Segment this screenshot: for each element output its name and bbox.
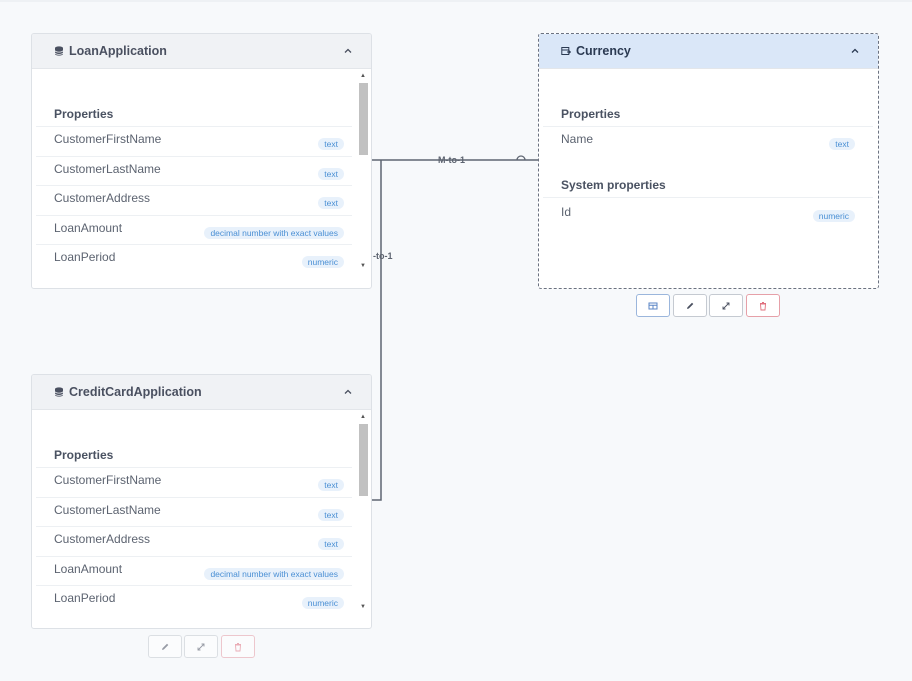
property-row[interactable]: CustomerLastName text	[36, 497, 352, 527]
property-name: CustomerAddress	[54, 532, 151, 546]
properties-heading: Properties	[561, 107, 621, 121]
edit-button[interactable]	[148, 635, 182, 658]
scroll-down-arrow[interactable]: ▼	[358, 603, 368, 611]
table-view-button[interactable]	[636, 294, 670, 317]
type-badge: text	[829, 138, 855, 150]
entity-card-currency[interactable]: Currency Properties Name text System pro…	[538, 33, 879, 289]
entity-body[interactable]: Properties CustomerFirstName text Custom…	[32, 70, 371, 288]
scroll-up-arrow[interactable]: ▲	[358, 72, 368, 80]
property-row[interactable]: CustomerAddress text	[36, 526, 352, 556]
entity-body[interactable]: Properties CustomerFirstName text Custom…	[32, 411, 371, 628]
property-name: Id	[561, 205, 572, 219]
entity-title: Currency	[561, 44, 631, 58]
entity-card-loanapplication[interactable]: LoanApplication Properties CustomerFirst…	[31, 33, 372, 289]
type-badge: numeric	[301, 597, 344, 609]
type-badge: text	[318, 538, 344, 550]
expand-icon	[197, 643, 205, 650]
property-row[interactable]: LoanAmount decimal number with exact val…	[36, 556, 352, 586]
type-badge: text	[318, 168, 344, 180]
entity-header[interactable]: Currency	[539, 34, 878, 69]
connector-credit-currency	[372, 160, 382, 501]
type-badge: text	[318, 138, 344, 150]
expand-icon	[722, 302, 730, 309]
property-name: CustomerFirstName	[54, 132, 162, 146]
trash-icon	[760, 301, 766, 310]
property-name: LoanAmount	[54, 562, 123, 576]
entity-title-text: CreditCardApplication	[69, 385, 202, 399]
expand-button[interactable]	[184, 635, 218, 658]
scroll-up-arrow[interactable]: ▲	[358, 413, 368, 421]
entity-card-creditcardapplication[interactable]: CreditCardApplication Properties Custome…	[31, 374, 372, 629]
system-properties-heading: System properties	[561, 178, 666, 192]
property-row[interactable]: CustomerFirstName text	[36, 126, 352, 156]
property-name: CustomerLastName	[54, 162, 161, 176]
connector-optional-marker	[516, 155, 526, 161]
edit-button[interactable]	[673, 294, 707, 317]
canvas-top-edge	[0, 0, 912, 2]
chevron-up-icon[interactable]	[343, 387, 353, 397]
table-icon	[648, 302, 658, 309]
trash-icon	[235, 642, 241, 651]
entity-body[interactable]: Properties Name text System properties I…	[539, 70, 878, 288]
property-name: CustomerAddress	[54, 191, 151, 205]
property-name: CustomerFirstName	[54, 473, 162, 487]
relation-label-loan-currency[interactable]: M-to-1	[438, 155, 465, 165]
property-name: Name	[561, 132, 594, 146]
type-badge: numeric	[301, 256, 344, 268]
chevron-up-icon[interactable]	[343, 46, 353, 56]
property-row[interactable]: CustomerFirstName text	[36, 467, 352, 497]
database-icon	[54, 46, 64, 56]
properties-heading: Properties	[54, 448, 114, 462]
property-row[interactable]: Id numeric	[543, 197, 873, 227]
type-badge: text	[318, 509, 344, 521]
property-row[interactable]: LoanPeriod numeric	[36, 244, 352, 274]
relation-label-credit-currency[interactable]: -to-1	[373, 251, 393, 261]
delete-button[interactable]	[221, 635, 255, 658]
entity-title: CreditCardApplication	[54, 385, 202, 399]
pencil-icon	[162, 643, 169, 650]
chevron-up-icon[interactable]	[850, 46, 860, 56]
scroll-thumb[interactable]	[359, 83, 368, 155]
properties-heading: Properties	[54, 107, 114, 121]
type-badge: decimal number with exact values	[204, 227, 344, 239]
type-badge: text	[318, 479, 344, 491]
entity-title-text: Currency	[576, 44, 631, 58]
type-badge: decimal number with exact values	[204, 568, 344, 580]
expand-button[interactable]	[709, 294, 743, 317]
type-badge: numeric	[812, 210, 855, 222]
property-row[interactable]: CustomerAddress text	[36, 185, 352, 215]
entity-header[interactable]: LoanApplication	[32, 34, 371, 69]
pencil-icon	[687, 302, 694, 309]
property-row[interactable]: LoanAmount decimal number with exact val…	[36, 215, 352, 245]
database-icon	[54, 387, 64, 397]
property-name: LoanAmount	[54, 221, 123, 235]
property-row[interactable]: CustomerLastName text	[36, 156, 352, 186]
property-row[interactable]: LoanPeriod numeric	[36, 585, 352, 615]
scrollbar[interactable]: ▲ ▼	[358, 72, 368, 270]
entity-header[interactable]: CreditCardApplication	[32, 375, 371, 410]
lookup-table-icon	[561, 47, 571, 55]
delete-button[interactable]	[746, 294, 780, 317]
entity-title: LoanApplication	[54, 44, 167, 58]
entity-title-text: LoanApplication	[69, 44, 167, 58]
scroll-thumb[interactable]	[359, 424, 368, 496]
type-badge: text	[318, 197, 344, 209]
property-name: LoanPeriod	[54, 250, 116, 264]
scroll-down-arrow[interactable]: ▼	[358, 262, 368, 270]
scrollbar[interactable]: ▲ ▼	[358, 413, 368, 611]
property-name: LoanPeriod	[54, 591, 116, 605]
property-name: CustomerLastName	[54, 503, 161, 517]
property-row[interactable]: Name text	[543, 126, 873, 156]
